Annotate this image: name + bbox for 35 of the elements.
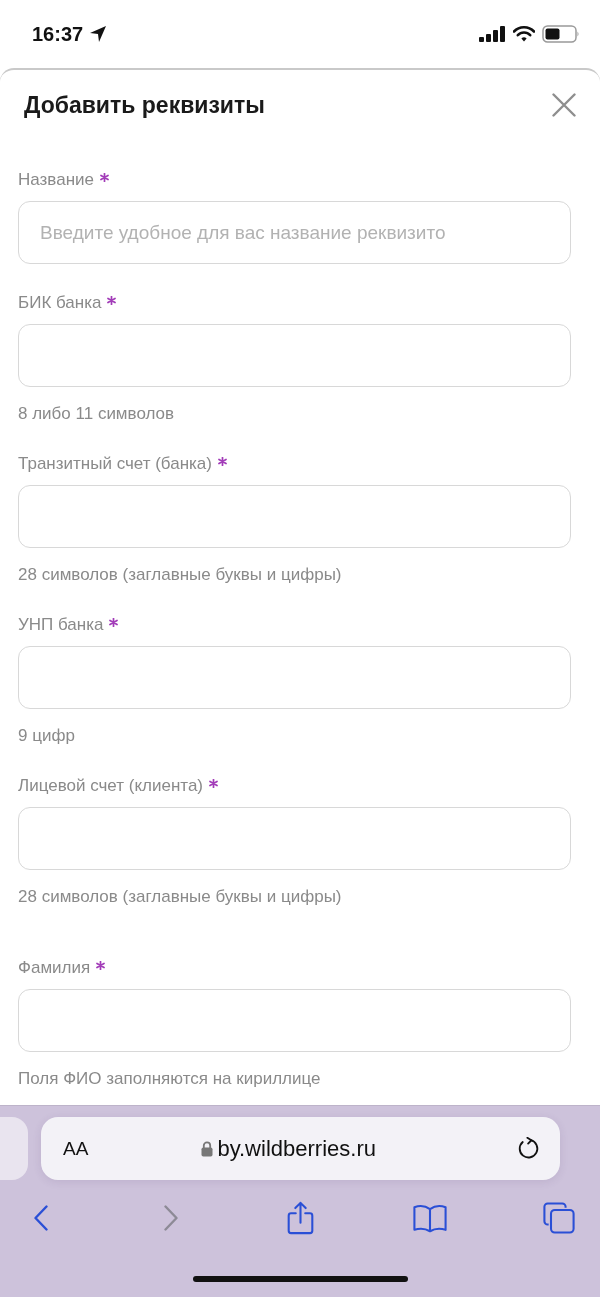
chevron-right-icon bbox=[163, 1205, 178, 1231]
field-hint: 28 символов (заглавные буквы и цифры) bbox=[18, 886, 343, 908]
reload-icon[interactable] bbox=[517, 1137, 540, 1160]
field-hint: 8 либо 11 символов bbox=[18, 403, 176, 425]
text-size-button[interactable]: AA bbox=[63, 1136, 89, 1161]
field-label: Название bbox=[18, 169, 94, 191]
close-button[interactable] bbox=[552, 93, 576, 117]
field-label: Лицевой счет (клиента) bbox=[18, 775, 203, 797]
field-label: Фамилия bbox=[18, 957, 91, 979]
field-label: Транзитный счет (банка) bbox=[18, 453, 212, 475]
field-hint: 9 цифр bbox=[18, 725, 76, 747]
signal-icon bbox=[479, 26, 506, 42]
sheet-title: Добавить реквизиты bbox=[24, 91, 265, 120]
address-bar[interactable]: AA by.wildberries.ru bbox=[41, 1117, 560, 1180]
input-field[interactable] bbox=[18, 324, 571, 387]
location-arrow-icon bbox=[89, 25, 108, 43]
field-label: УНП банка bbox=[18, 614, 104, 636]
input-field[interactable] bbox=[18, 485, 571, 548]
input-field[interactable] bbox=[18, 989, 571, 1052]
battery-icon bbox=[542, 25, 580, 43]
book-icon bbox=[412, 1203, 447, 1233]
input-field[interactable] bbox=[18, 807, 571, 870]
share-icon bbox=[286, 1201, 314, 1235]
input-field[interactable]: Введите удобное для вас название реквизито bbox=[18, 201, 571, 264]
status-time: 16:37 bbox=[32, 22, 84, 46]
input-field[interactable] bbox=[18, 646, 571, 709]
field-hint: Поля ФИО заполняются на кириллице bbox=[18, 1068, 322, 1090]
field-hint: 28 символов (заглавные буквы и цифры) bbox=[18, 564, 343, 586]
tabs-icon bbox=[543, 1202, 575, 1234]
url-text[interactable]: by.wildberries.ru bbox=[217, 1134, 376, 1163]
adjacent-tab-card[interactable] bbox=[0, 1117, 28, 1180]
chevron-left-icon bbox=[34, 1205, 48, 1231]
field-label: БИК банка bbox=[18, 292, 102, 314]
close-icon bbox=[552, 93, 576, 117]
wifi-icon bbox=[513, 26, 535, 42]
